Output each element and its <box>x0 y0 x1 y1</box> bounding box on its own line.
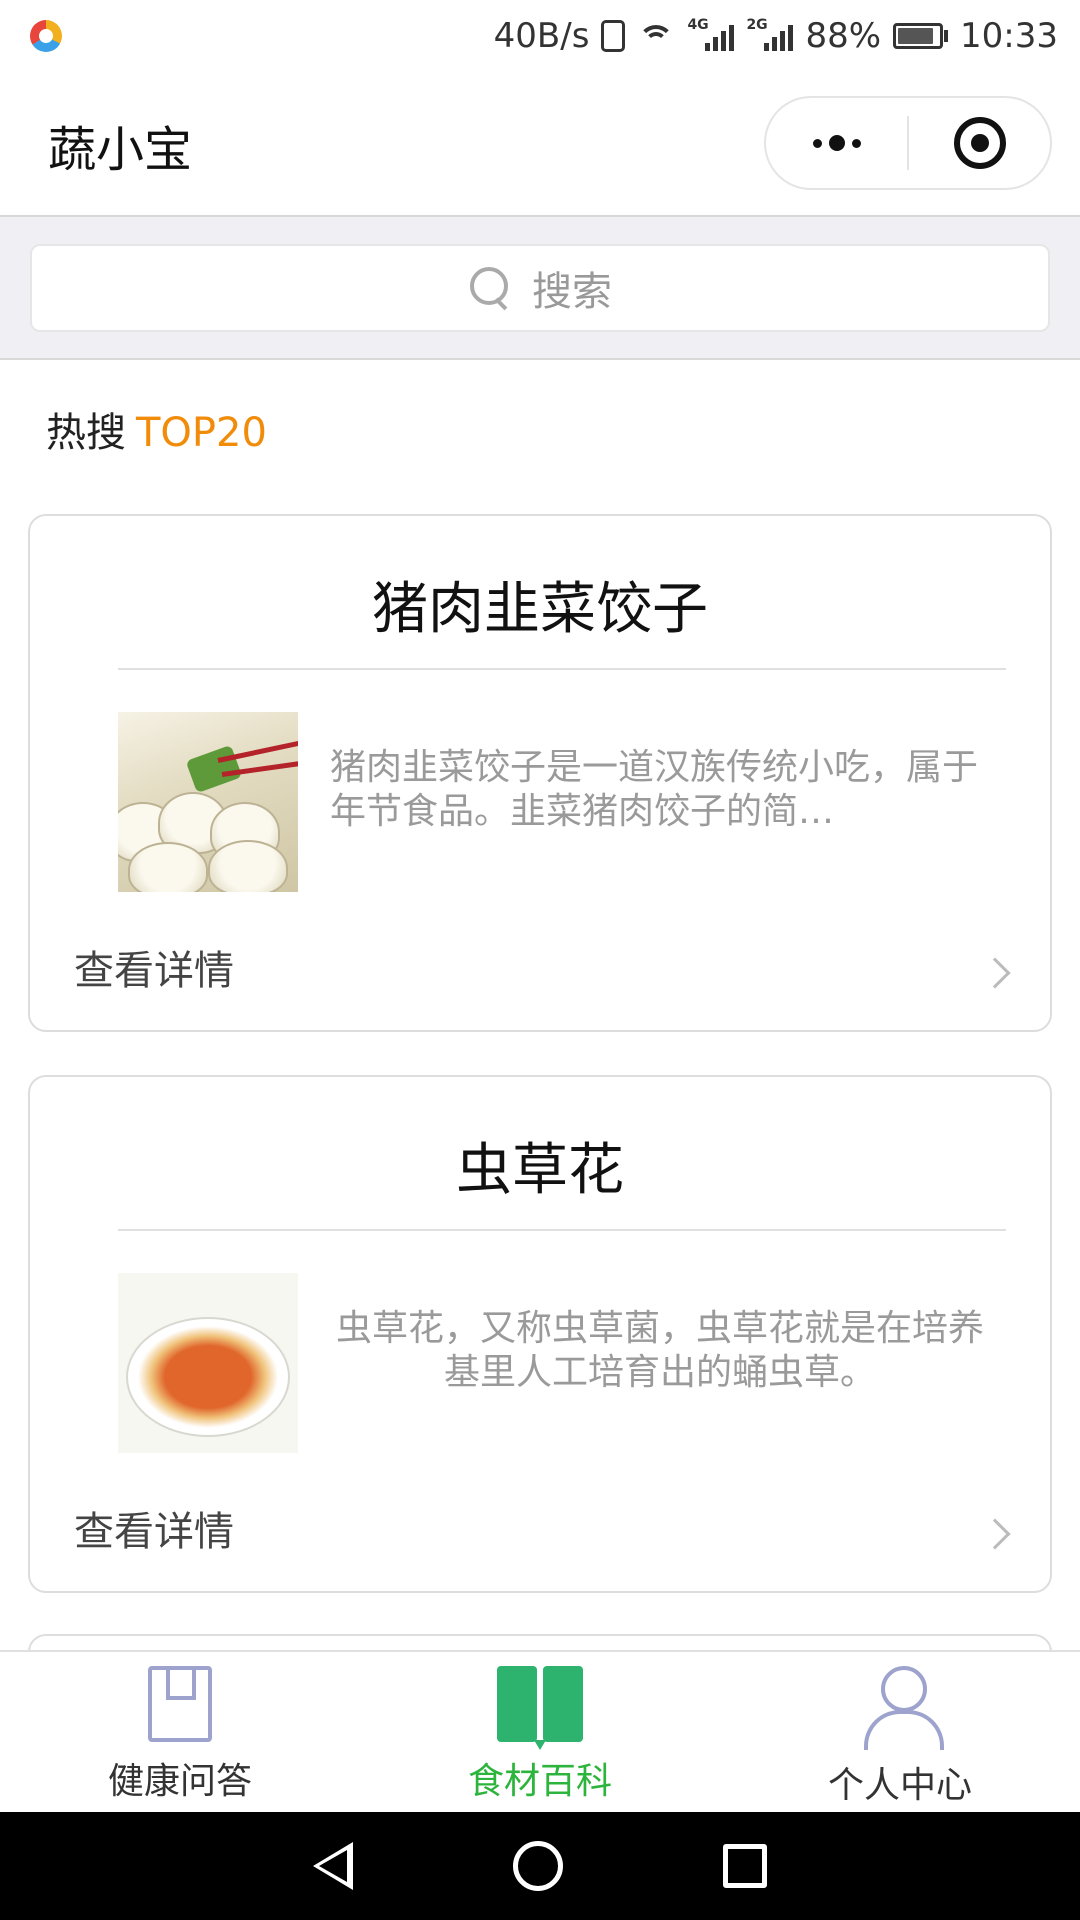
card-description: 猪肉韭菜饺子是一道汉族传统小吃，属于年节食品。韭菜猪肉饺子的简… <box>330 747 979 832</box>
search-input[interactable]: 搜索 <box>30 244 1050 332</box>
status-bar: 40B/s 4G 2G 88% 10:33 <box>0 0 1080 72</box>
nav-bar: 蔬小宝 <box>0 72 1080 217</box>
card-divider <box>118 1229 1006 1231</box>
clock: 10:33 <box>960 16 1058 56</box>
person-icon <box>862 1666 944 1750</box>
vibrate-icon <box>601 20 626 52</box>
card-title: 猪肉韭菜饺子 <box>372 577 708 642</box>
home-icon[interactable] <box>513 1841 563 1891</box>
menu-capsule <box>764 96 1052 190</box>
food-card[interactable]: 虫草花 虫草花，又称虫草菌，虫草花就是在培养基里人工培育出的蛹虫草。 查看详情 <box>28 1075 1052 1593</box>
wifi-icon <box>637 21 675 51</box>
card-divider <box>118 668 1006 670</box>
more-button[interactable] <box>766 98 907 188</box>
open-book-icon <box>497 1666 583 1750</box>
app-notification-icon <box>30 20 62 52</box>
battery-percent: 88% <box>805 16 882 56</box>
search-icon <box>468 265 514 311</box>
network-speed: 40B/s <box>493 16 590 56</box>
chevron-right-icon <box>979 1518 1011 1550</box>
tab-label: 食材百科 <box>467 1761 612 1802</box>
hot-search-label: 热搜 <box>46 410 126 456</box>
hot-search-accent: TOP20 <box>136 410 267 456</box>
page-title: 蔬小宝 <box>48 122 193 178</box>
dumplings-photo <box>118 712 298 892</box>
tab-food-encyclopedia[interactable]: 食材百科 <box>360 1652 720 1812</box>
back-icon[interactable] <box>313 1842 353 1890</box>
system-nav-bar <box>0 1812 1080 1920</box>
chevron-right-icon <box>979 957 1011 989</box>
card-title: 虫草花 <box>456 1138 624 1203</box>
signal-icon-1: 4G <box>687 17 735 51</box>
view-details-link[interactable]: 查看详情 <box>74 938 234 996</box>
tab-health-qa[interactable]: 健康问答 <box>0 1652 360 1812</box>
tab-personal-center[interactable]: 个人中心 <box>720 1652 1080 1812</box>
tab-bar: 健康问答 食材百科 个人中心 <box>0 1650 1080 1812</box>
target-circle-icon <box>953 117 1006 169</box>
cordyceps-salad-photo <box>118 1273 298 1453</box>
battery-icon <box>893 23 949 49</box>
search-bar: 搜索 <box>0 217 1080 360</box>
recent-apps-icon[interactable] <box>723 1844 767 1888</box>
search-placeholder: 搜索 <box>532 269 612 315</box>
card-description: 虫草花，又称虫草菌，虫草花就是在培养基里人工培育出的蛹虫草。 <box>335 1308 984 1393</box>
signal-icon-2: 2G <box>746 17 794 51</box>
close-miniprogram-button[interactable] <box>909 98 1050 188</box>
hot-search-heading: 热搜 TOP20 <box>46 400 267 458</box>
book-outline-icon <box>148 1666 212 1742</box>
food-card[interactable]: 猪肉韭菜饺子 猪肉韭菜饺子是一道汉族传统小吃，属于年节食品。韭菜猪肉饺子的简… … <box>28 514 1052 1032</box>
view-details-link[interactable]: 查看详情 <box>74 1499 234 1557</box>
tab-label: 个人中心 <box>827 1765 972 1806</box>
tab-label: 健康问答 <box>107 1761 252 1802</box>
more-dots-icon <box>812 135 861 151</box>
